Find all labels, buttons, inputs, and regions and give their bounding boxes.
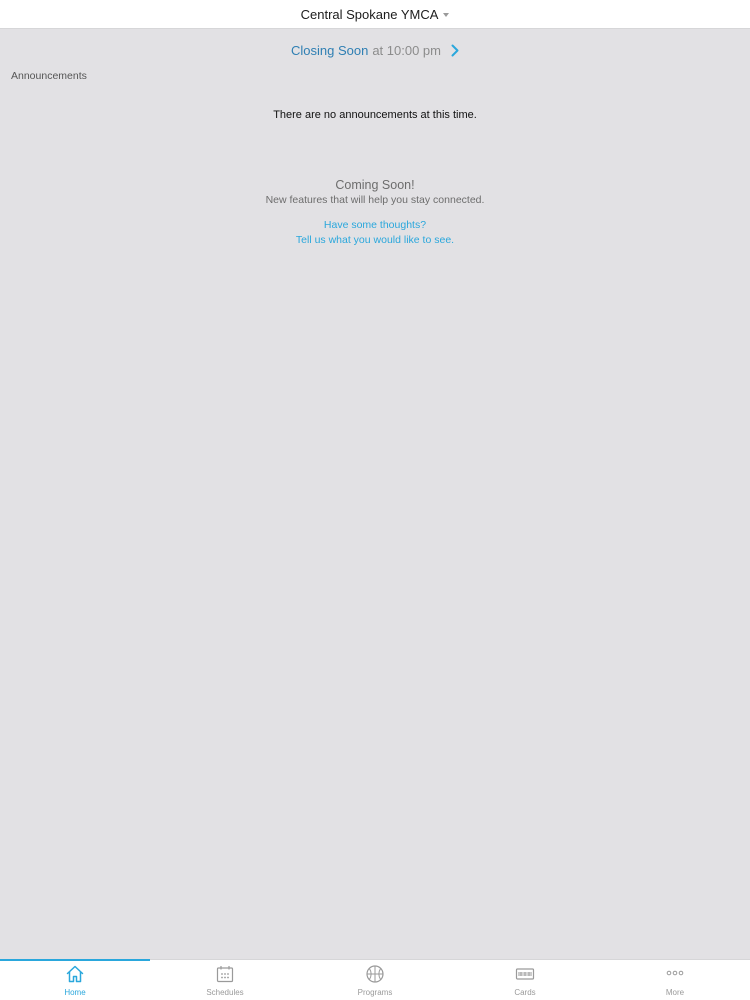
top-bar: Central Spokane YMCA bbox=[0, 0, 750, 29]
tab-programs-label: Programs bbox=[357, 988, 393, 997]
tab-schedules[interactable]: Schedules bbox=[150, 960, 300, 1000]
closing-status: Closing Soon bbox=[291, 42, 369, 58]
card-icon bbox=[515, 964, 535, 984]
app-screen: Central Spokane YMCA Closing Soon at 10:… bbox=[0, 0, 750, 1000]
coming-soon-subtitle: New features that will help you stay con… bbox=[265, 194, 485, 206]
location-picker[interactable]: Central Spokane YMCA bbox=[301, 7, 450, 22]
feedback-line-2: Tell us what you would like to see. bbox=[295, 234, 455, 246]
home-icon bbox=[65, 964, 85, 984]
tab-more[interactable]: More bbox=[600, 960, 750, 1000]
chevron-down-icon bbox=[443, 12, 450, 17]
announcements-label: Announcements bbox=[11, 70, 87, 82]
tab-bar: Home Schedules Programs Cards More bbox=[0, 959, 750, 1000]
more-dots-icon bbox=[665, 964, 685, 984]
calendar-icon bbox=[215, 964, 235, 984]
feedback-link[interactable]: Have some thoughts? Tell us what you wou… bbox=[296, 218, 454, 248]
closing-time: at 10:00 pm bbox=[372, 42, 441, 58]
tab-more-label: More bbox=[665, 988, 685, 997]
tab-cards[interactable]: Cards bbox=[450, 960, 600, 1000]
closing-banner[interactable]: Closing Soon at 10:00 pm bbox=[0, 40, 750, 60]
tab-home-label: Home bbox=[64, 988, 86, 997]
tab-cards-label: Cards bbox=[514, 988, 536, 997]
basketball-icon bbox=[365, 964, 385, 984]
tab-home[interactable]: Home bbox=[0, 959, 150, 1000]
tab-schedules-label: Schedules bbox=[206, 988, 244, 997]
announcements-empty-message: There are no announcements at this time. bbox=[273, 109, 477, 121]
coming-soon-section: Coming Soon! New features that will help… bbox=[0, 177, 750, 248]
chevron-right-icon bbox=[451, 44, 459, 57]
feedback-line-1: Have some thoughts? bbox=[323, 219, 427, 231]
coming-soon-title: Coming Soon! bbox=[335, 178, 415, 192]
tab-programs[interactable]: Programs bbox=[300, 960, 450, 1000]
location-title: Central Spokane YMCA bbox=[300, 6, 439, 22]
